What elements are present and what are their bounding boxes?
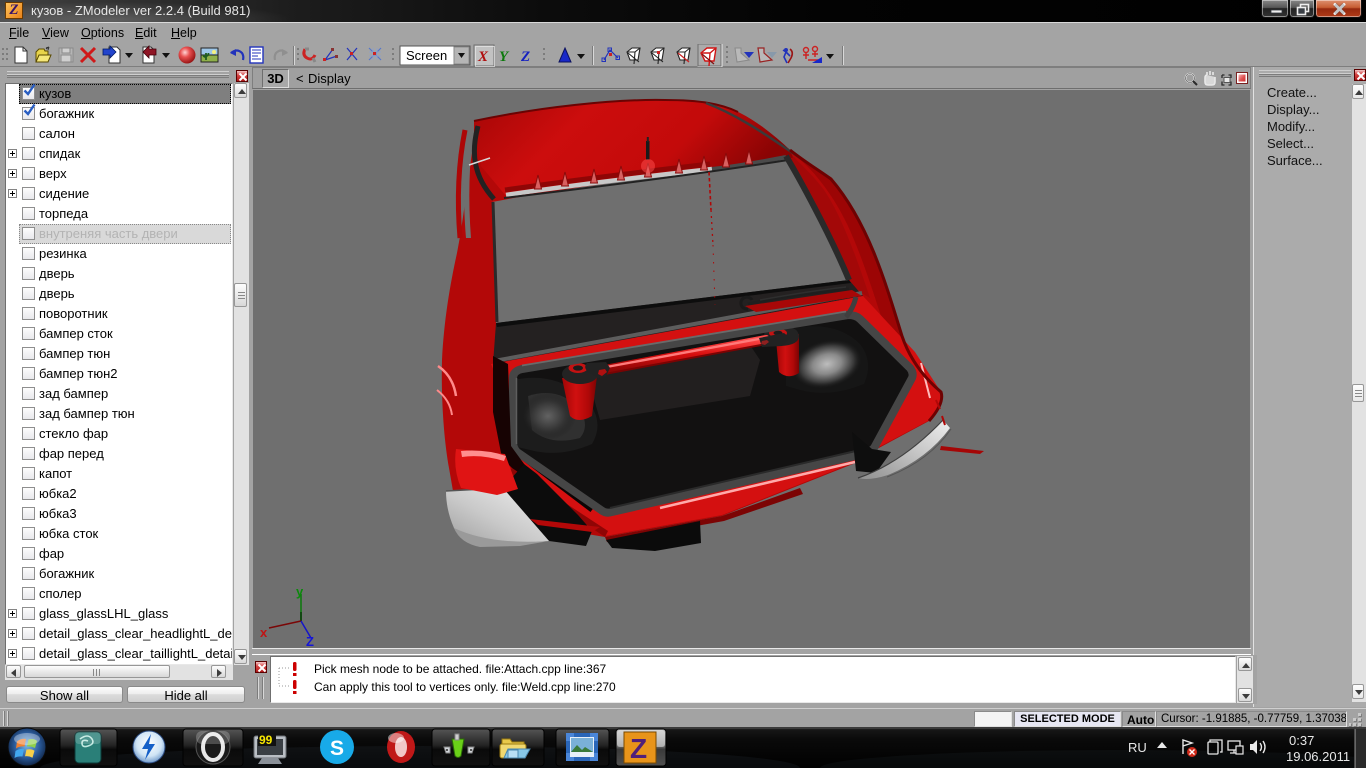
svg-text:Z: Z (306, 634, 314, 649)
svg-text:99: 99 (259, 733, 273, 747)
svg-text:Z: Z (520, 49, 530, 65)
svg-text:19.06.2011: 19.06.2011 (1286, 749, 1350, 764)
svg-text:x: x (260, 625, 268, 640)
svg-text:Z: Z (630, 733, 647, 764)
svg-text:y: y (296, 584, 304, 599)
svg-text:RU: RU (1128, 740, 1147, 755)
svg-text:X: X (477, 49, 489, 65)
svg-text:Y: Y (499, 49, 510, 65)
svg-text:S: S (330, 737, 344, 760)
svg-text:0:37: 0:37 (1289, 733, 1314, 748)
svg-text:Screen: Screen (406, 48, 447, 63)
